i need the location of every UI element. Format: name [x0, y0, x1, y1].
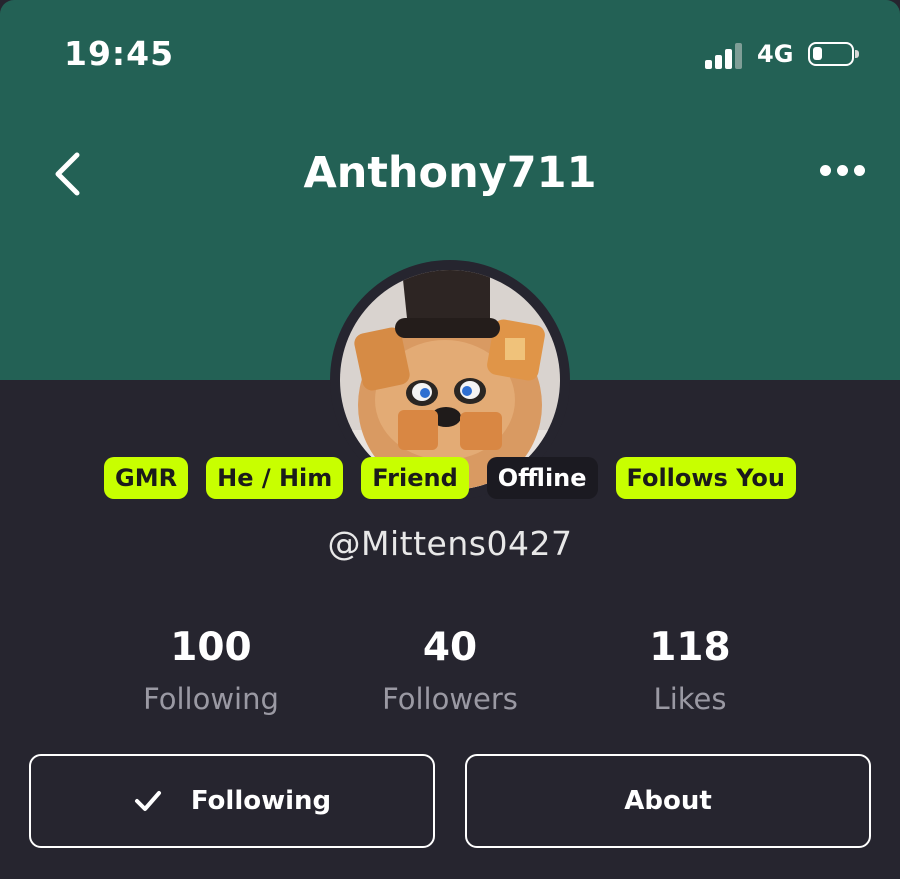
- tag-follows-you: Follows You: [615, 457, 796, 499]
- about-button-label: About: [624, 786, 712, 816]
- more-options-button[interactable]: [816, 158, 870, 182]
- tag-friend: Friend: [361, 457, 469, 499]
- battery-low-icon: [808, 42, 859, 66]
- about-button[interactable]: About: [465, 754, 871, 848]
- status-time: 19:45: [64, 34, 175, 73]
- stat-followers-label: Followers: [382, 682, 518, 716]
- following-button-label: Following: [190, 786, 332, 816]
- checkmark-icon: [133, 789, 163, 813]
- stat-following-value: 100: [170, 625, 252, 670]
- stat-likes[interactable]: 118 Likes: [570, 625, 810, 716]
- stat-followers[interactable]: 40 Followers: [330, 625, 570, 716]
- stat-likes-value: 118: [649, 625, 731, 670]
- profile-tags: GMR He / Him Friend Offline Follows You: [0, 457, 900, 499]
- tag-gmr: GMR: [104, 457, 189, 499]
- username-handle: @Mittens0427: [327, 524, 573, 563]
- stat-followers-value: 40: [422, 625, 478, 670]
- stat-following-label: Following: [143, 682, 279, 716]
- signal-bars-icon: [705, 43, 749, 69]
- stat-following[interactable]: 100 Following: [91, 625, 331, 716]
- tag-pronouns: He / Him: [206, 457, 344, 499]
- following-button[interactable]: Following: [29, 754, 435, 848]
- page-title: Anthony711: [303, 148, 597, 198]
- network-type: 4G: [757, 40, 794, 68]
- tag-online-status: Offline: [486, 457, 598, 499]
- stat-likes-label: Likes: [653, 682, 727, 716]
